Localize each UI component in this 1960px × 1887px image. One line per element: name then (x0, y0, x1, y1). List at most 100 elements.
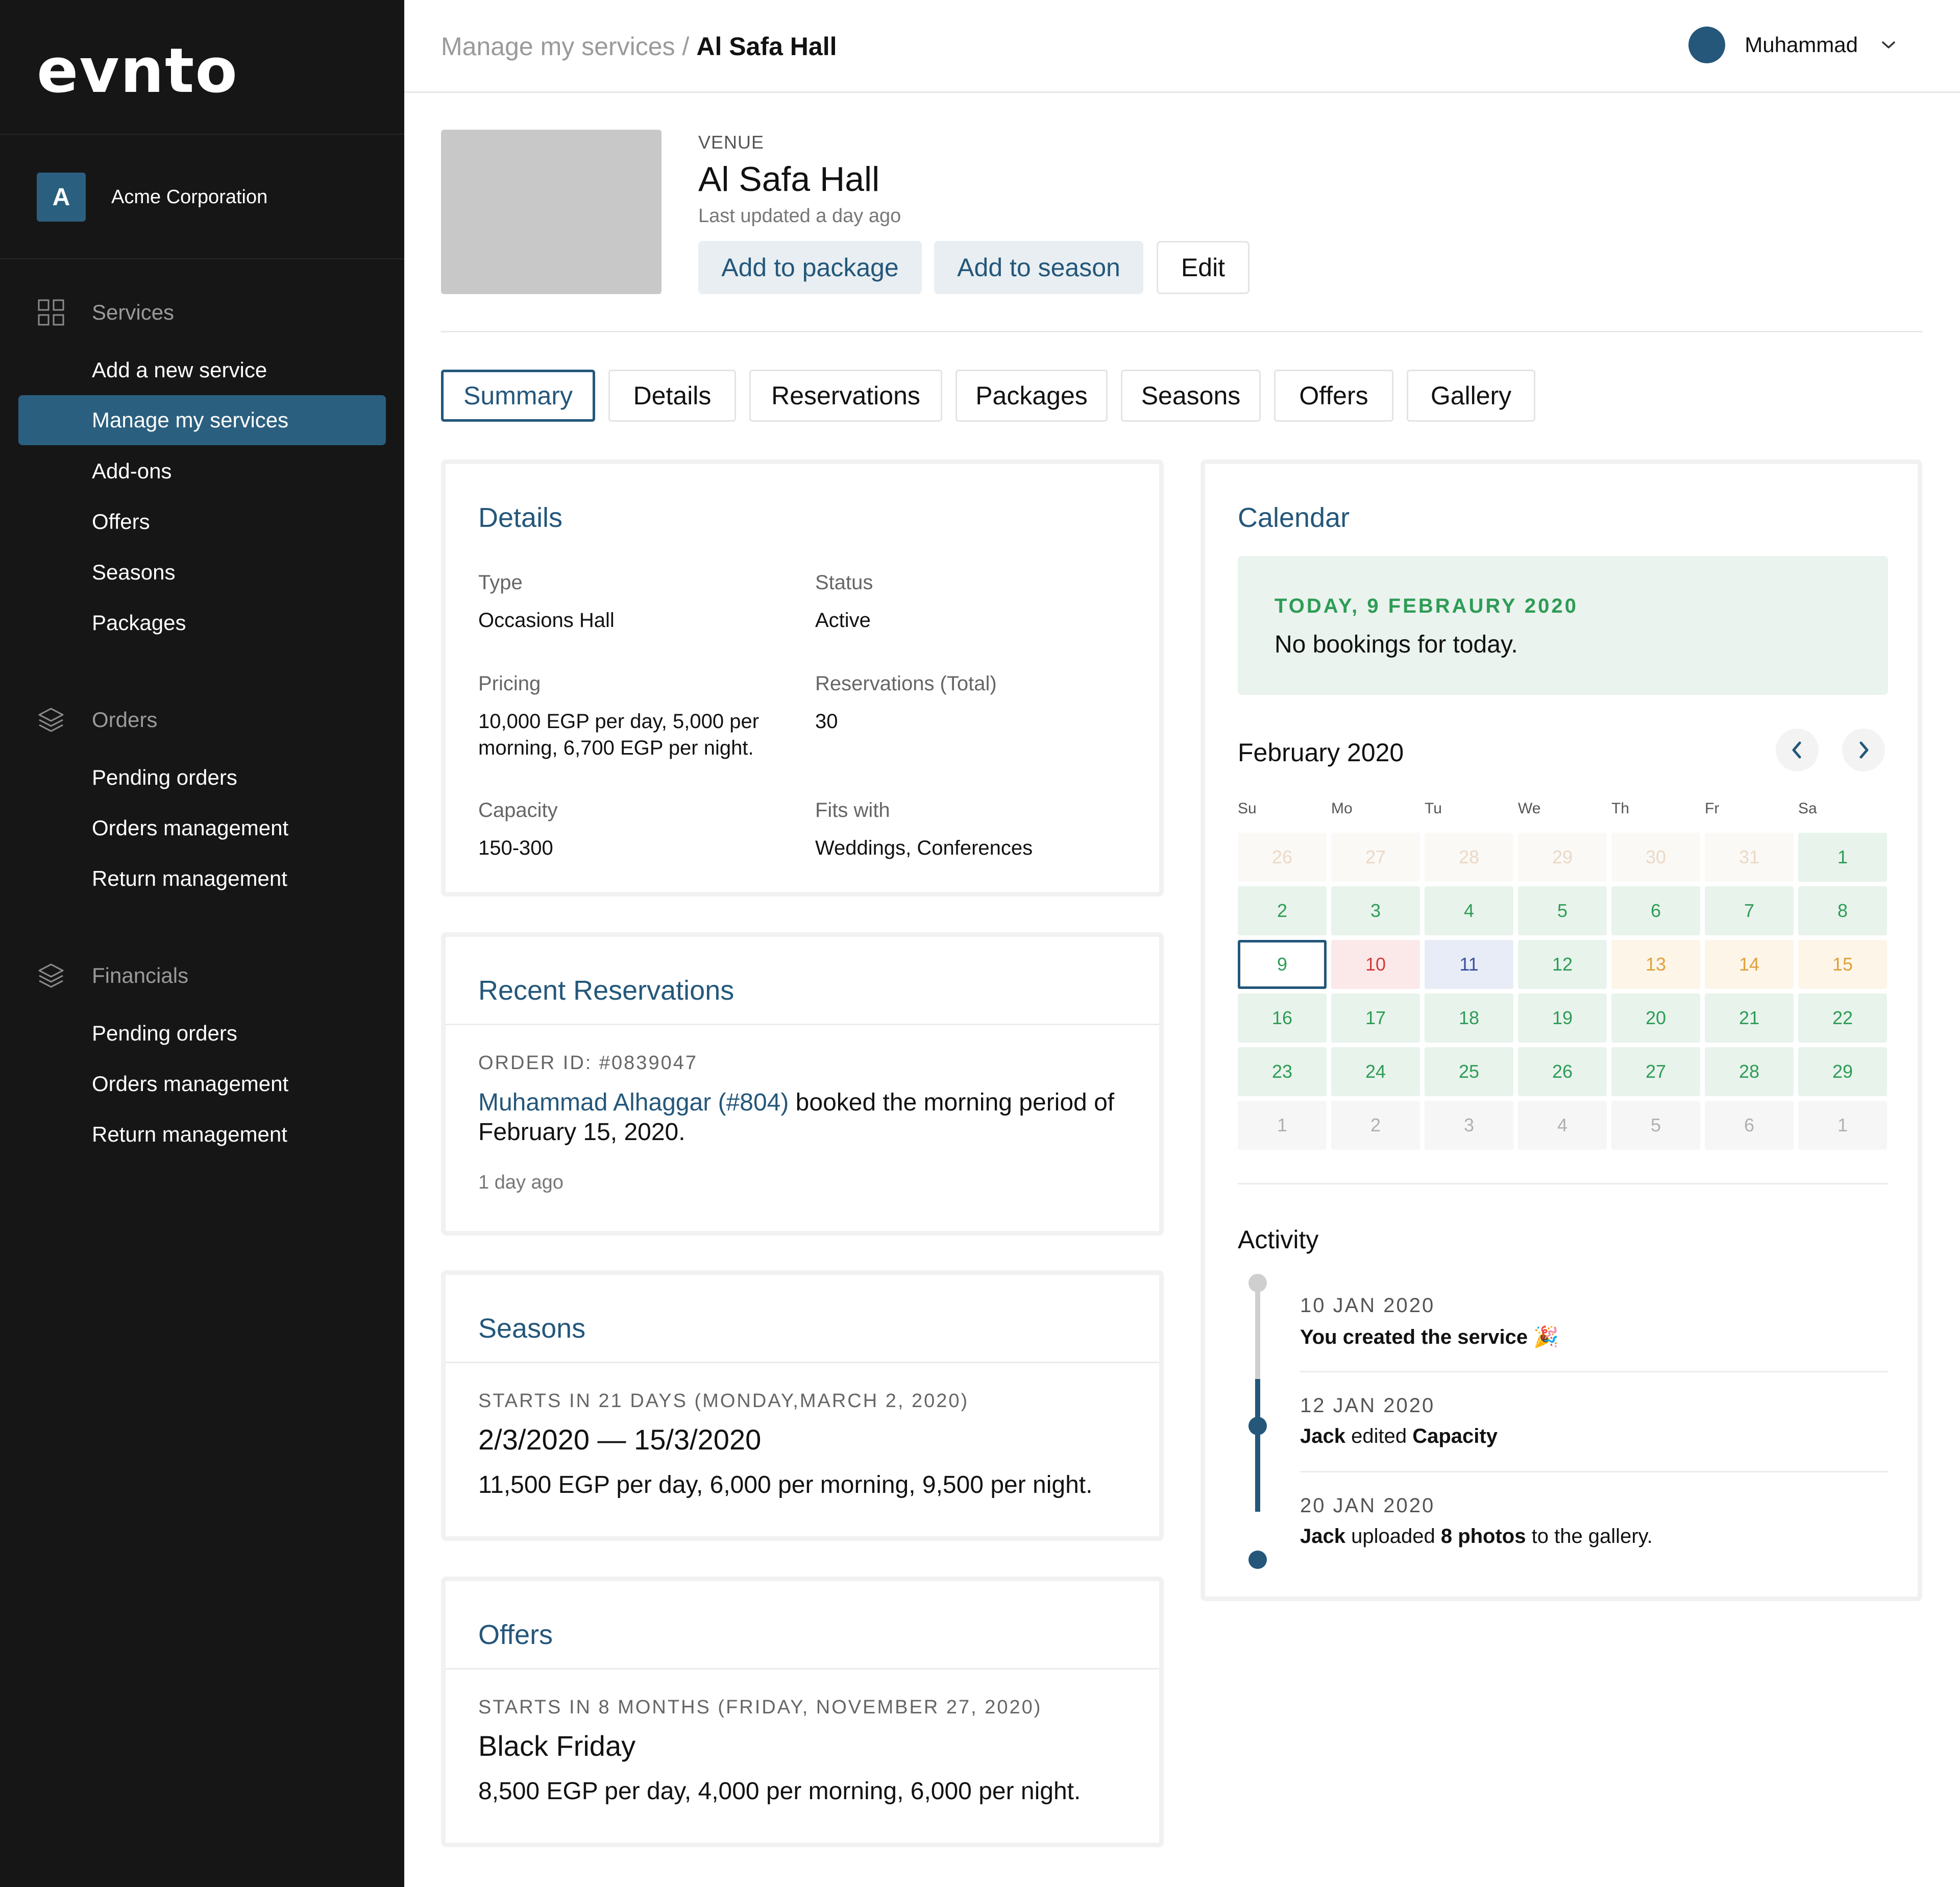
sidebar-section-label: Financials (92, 963, 189, 987)
prev-month-button[interactable] (1776, 729, 1819, 771)
activity-fragment: edited (1345, 1425, 1413, 1447)
user-menu[interactable]: Muhammad (1688, 27, 1899, 63)
calendar-day[interactable]: 7 (1705, 886, 1794, 935)
season-range: 2/3/2020 — 15/3/2020 (478, 1423, 762, 1456)
tab-details[interactable]: Details (608, 370, 736, 422)
topbar: Manage my services / Al Safa Hall Muhamm… (404, 0, 1960, 93)
calendar-day[interactable]: 19 (1518, 994, 1607, 1043)
calendar-day[interactable]: 15 (1798, 940, 1887, 989)
calendar-day[interactable]: 2 (1238, 886, 1327, 935)
calendar-day[interactable]: 3 (1331, 886, 1420, 935)
edit-button[interactable]: Edit (1157, 241, 1250, 294)
sidebar-item-add-service[interactable]: Add a new service (18, 345, 386, 395)
calendar-day[interactable]: 1 (1798, 833, 1887, 882)
calendar-day[interactable]: 2 (1331, 1101, 1420, 1150)
sidebar-section-label: Orders (92, 708, 158, 732)
seasons-card: Seasons STARTS IN 21 DAYS (MONDAY,MARCH … (441, 1270, 1164, 1541)
sidebar-item-fin-orders-management[interactable]: Orders management (18, 1059, 386, 1109)
calendar-month: February 2020 (1238, 738, 1404, 767)
calendar-day[interactable]: 24 (1331, 1047, 1420, 1096)
breadcrumb-separator: / (682, 32, 690, 61)
activity-divider (1300, 1471, 1888, 1472)
calendar-day[interactable]: 30 (1611, 833, 1700, 882)
calendar-day[interactable]: 18 (1425, 994, 1513, 1043)
calendar-day[interactable]: 26 (1518, 1047, 1607, 1096)
organization-switcher[interactable]: A Acme Corporation (37, 173, 267, 222)
order-id: ORDER ID: #0839047 (478, 1052, 698, 1074)
next-month-button[interactable] (1842, 729, 1885, 771)
calendar-day[interactable]: 28 (1705, 1047, 1794, 1096)
tab-seasons[interactable]: Seasons (1121, 370, 1261, 422)
calendar-day[interactable]: 28 (1425, 833, 1513, 882)
sidebar-item-fin-return-management[interactable]: Return management (18, 1109, 386, 1159)
calendar-day[interactable]: 8 (1798, 886, 1887, 935)
sidebar-item-pending-orders[interactable]: Pending orders (18, 753, 386, 803)
reservation-text: Muhammad Alhaggar (#804) booked the morn… (478, 1088, 1142, 1147)
tab-reservations[interactable]: Reservations (749, 370, 942, 422)
calendar-day[interactable]: 25 (1425, 1047, 1513, 1096)
calendar-day[interactable]: 16 (1238, 994, 1327, 1043)
calendar-day[interactable]: 20 (1611, 994, 1700, 1043)
tab-offers[interactable]: Offers (1274, 370, 1393, 422)
breadcrumb-parent[interactable]: Manage my services (441, 32, 675, 61)
sidebar-item-return-management[interactable]: Return management (18, 854, 386, 904)
sidebar-section-financials: Financials (37, 961, 188, 990)
evnto-logo[interactable]: evnto (37, 41, 238, 102)
status-value: Active (815, 609, 871, 632)
calendar-day[interactable]: 29 (1798, 1047, 1887, 1096)
calendar-day[interactable]: 5 (1611, 1101, 1700, 1150)
activity-divider (1300, 1371, 1888, 1372)
calendar-day[interactable]: 4 (1425, 886, 1513, 935)
calendar-day[interactable]: 12 (1518, 940, 1607, 989)
calendar-day[interactable]: 22 (1798, 994, 1887, 1043)
calendar-day[interactable]: 5 (1518, 886, 1607, 935)
activity-date: 20 JAN 2020 (1300, 1494, 1435, 1517)
calendar-day[interactable]: 6 (1705, 1101, 1794, 1150)
calendar-day[interactable]: 10 (1331, 940, 1420, 989)
sidebar-item-seasons[interactable]: Seasons (18, 547, 386, 597)
calendar-day[interactable]: 4 (1518, 1101, 1607, 1150)
add-to-package-button[interactable]: Add to package (698, 241, 922, 294)
calendar-day[interactable]: 11 (1425, 940, 1513, 989)
reservations-total-label: Reservations (Total) (815, 672, 997, 695)
calendar-day[interactable]: 6 (1611, 886, 1700, 935)
tab-summary[interactable]: Summary (441, 370, 595, 422)
sidebar-item-manage-services[interactable]: Manage my services (18, 395, 386, 445)
calendar-day[interactable]: 31 (1705, 833, 1794, 882)
calendar-divider (1238, 1183, 1888, 1184)
reservations-total-value: 30 (815, 710, 838, 733)
sidebar-item-offers[interactable]: Offers (18, 497, 386, 547)
calendar-day[interactable]: 26 (1238, 833, 1327, 882)
calendar-card: Calendar TODAY, 9 FEBRAURY 2020 No booki… (1200, 459, 1922, 1601)
tab-packages[interactable]: Packages (955, 370, 1108, 422)
card-title: Details (478, 502, 563, 533)
calendar-day[interactable]: 9 (1238, 940, 1327, 989)
timeline-line (1255, 1379, 1260, 1512)
sidebar-item-orders-management[interactable]: Orders management (18, 803, 386, 853)
calendar-day[interactable]: 17 (1331, 994, 1420, 1043)
calendar-day[interactable]: 14 (1705, 940, 1794, 989)
sidebar-item-fin-pending-orders[interactable]: Pending orders (18, 1008, 386, 1058)
calendar-day[interactable]: 29 (1518, 833, 1607, 882)
season-price: 11,500 EGP per day, 6,000 per morning, 9… (478, 1471, 1093, 1498)
tab-gallery[interactable]: Gallery (1407, 370, 1535, 422)
calendar-day[interactable]: 27 (1331, 833, 1420, 882)
customer-link[interactable]: Muhammad Alhaggar (#804) (478, 1089, 789, 1116)
calendar-day[interactable]: 27 (1611, 1047, 1700, 1096)
fits-with-label: Fits with (815, 799, 890, 821)
calendar-day[interactable]: 23 (1238, 1047, 1327, 1096)
weekday-label: Th (1611, 800, 1630, 817)
today-message: No bookings for today. (1275, 631, 1518, 658)
calendar-day[interactable]: 1 (1798, 1101, 1887, 1150)
sidebar-item-packages[interactable]: Packages (18, 598, 386, 648)
card-divider (446, 1024, 1159, 1025)
calendar-day[interactable]: 13 (1611, 940, 1700, 989)
add-to-season-button[interactable]: Add to season (934, 241, 1143, 294)
sidebar-item-add-ons[interactable]: Add-ons (18, 446, 386, 496)
calendar-day[interactable]: 21 (1705, 994, 1794, 1043)
calendar-day[interactable]: 1 (1238, 1101, 1327, 1150)
calendar-day[interactable]: 3 (1425, 1101, 1513, 1150)
chevron-down-icon[interactable] (1878, 35, 1899, 55)
activity-date: 12 JAN 2020 (1300, 1394, 1435, 1417)
sidebar-section-services: Services (37, 298, 174, 327)
